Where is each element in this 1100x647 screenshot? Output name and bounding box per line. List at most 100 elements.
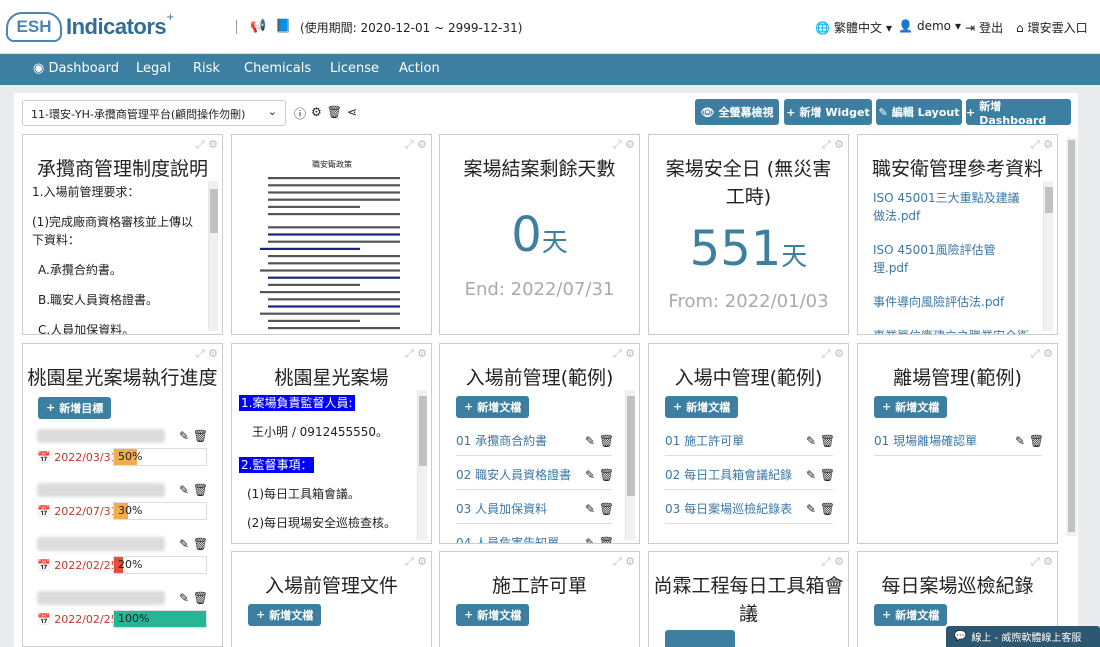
add-document-button[interactable] [665, 630, 735, 647]
panel-controls[interactable]: ⤢ ⚙ [405, 347, 427, 361]
edit-delete-icons[interactable]: ✎ 🗑 [179, 591, 208, 605]
edit-delete-icons[interactable]: ✎ 🗑 [179, 537, 208, 551]
plus-icon: + [256, 608, 266, 621]
panel-controls[interactable]: ⤢ ⚙ [613, 555, 635, 569]
panel-controls[interactable]: ⤢ ⚙ [196, 347, 218, 361]
brand-name: Indicators [66, 14, 167, 39]
panel-controls[interactable]: ⤢ ⚙ [1031, 555, 1053, 569]
end-date: End: 2022/07/31 [464, 279, 615, 300]
document-link[interactable]: 03 人員加保資料 ✎ 🗑 [440, 494, 639, 528]
add-widget-button[interactable]: + 新增 Widget [784, 99, 872, 125]
add-document-button[interactable]: + 新增文檔 [456, 603, 530, 626]
document-link[interactable]: 03 每日案場巡檢紀錄表 ✎ 🗑 [649, 494, 848, 528]
panel-title: 案場安全日 (無災害工時) [665, 158, 832, 208]
panel-controls[interactable]: ⤢ ⚙ [405, 555, 427, 569]
document-link[interactable]: 01 承攬商合約書 ✎ 🗑 [440, 426, 639, 460]
redacted-text [37, 428, 165, 443]
fullscreen-button[interactable]: 👁 全螢幕檢視 [695, 99, 779, 125]
edit-delete-icons[interactable]: ✎ 🗑 [806, 426, 835, 456]
nav-risk[interactable]: Risk [193, 61, 220, 76]
days-left-panel: ⤢ ⚙ 案場結案剩餘天數 0天 End: 2022/07/31 [439, 134, 640, 335]
panel-controls[interactable]: ⤢ ⚙ [405, 138, 427, 152]
nav-dashboard[interactable]: ◉ Dashboard [33, 61, 119, 76]
panel-title: 入場中管理(範例) [674, 367, 823, 389]
panel-controls[interactable]: ⤢ ⚙ [1031, 347, 1053, 361]
document-text-line [268, 255, 400, 258]
scrollbar[interactable] [417, 390, 427, 540]
edit-delete-icons[interactable]: ✎ 🗑 [585, 528, 614, 544]
document-link[interactable]: 01 施工許可單 ✎ 🗑 [649, 426, 848, 460]
start-date: From: 2022/01/03 [668, 291, 829, 312]
panel-controls[interactable]: ⤢ ⚙ [822, 555, 844, 569]
live-chat-button[interactable]: 💬 線上 - 威煦軟體線上客服 [946, 626, 1100, 647]
nav-legal[interactable]: Legal [136, 61, 171, 76]
add-document-button[interactable]: + 新增文檔 [248, 603, 322, 626]
esh-logo[interactable]: ESH Indicators + [6, 10, 175, 44]
book-icon[interactable]: 📘 [275, 19, 291, 34]
add-document-button[interactable]: + 新增文檔 [665, 395, 739, 418]
share-icon[interactable]: ⋖ [347, 105, 357, 122]
panel-controls[interactable]: ⤢ ⚙ [613, 347, 635, 361]
edit-delete-icons[interactable]: ✎ 🗑 [1015, 426, 1044, 456]
plus-icon: + [966, 105, 976, 119]
reference-link[interactable]: ISO 45001三大重點及建議做法.pdf [873, 189, 1030, 225]
edit-delete-icons[interactable]: ✎ 🗑 [179, 483, 208, 497]
nav-action[interactable]: Action [399, 61, 440, 76]
document-list: 01 現場離場確認單 ✎ 🗑 [858, 426, 1057, 460]
reference-link[interactable]: ISO 45001風險評估管理.pdf [873, 241, 1030, 277]
user-dropdown[interactable]: 👤 demo ▾ [898, 19, 961, 33]
document-text-line [268, 184, 400, 187]
edit-delete-icons[interactable]: ✎ 🗑 [585, 494, 614, 524]
logout-link[interactable]: ⇥ 登出 [965, 19, 1003, 36]
panel-controls[interactable]: ⤢ ⚙ [196, 138, 218, 152]
dashboard-select[interactable]: 11-環安-YH-承攬商管理平台(顧問操作勿刪) ⌄ [22, 100, 286, 126]
nav-license[interactable]: License [330, 61, 379, 76]
document-link[interactable]: 02 職安人員資格證書 ✎ 🗑 [440, 460, 639, 494]
panel-controls[interactable]: ⤢ ⚙ [822, 347, 844, 361]
megaphone-icon[interactable]: 📢 [250, 19, 266, 34]
nav-chemicals[interactable]: Chemicals [244, 61, 311, 76]
panel-controls[interactable]: ⤢ ⚙ [822, 138, 844, 152]
add-dashboard-button[interactable]: + 新增 Dashboard [966, 99, 1071, 127]
edit-delete-icons[interactable]: ✎ 🗑 [806, 494, 835, 524]
document-text-line [268, 327, 400, 330]
gear-icon[interactable]: ⚙ [311, 105, 322, 122]
document-link[interactable]: 02 每日工具箱會議紀錄 ✎ 🗑 [649, 460, 848, 494]
add-document-button[interactable]: + 新增文檔 [874, 603, 948, 626]
add-document-button[interactable]: + 新增文檔 [874, 395, 948, 418]
document-text-line [268, 276, 400, 279]
document-text-line [260, 291, 400, 294]
document-heading: 職安衛政策 [312, 159, 352, 169]
edit-delete-icons[interactable]: ✎ 🗑 [585, 426, 614, 456]
panel-controls[interactable]: ⤢ ⚙ [1031, 138, 1053, 152]
info-icon[interactable]: ⓘ [294, 105, 306, 122]
add-document-button[interactable]: + 新增文檔 [456, 395, 530, 418]
edit-layout-button[interactable]: ✎ 編輯 Layout [876, 99, 962, 125]
portal-link[interactable]: ⌂ 環安雲入口 [1016, 19, 1088, 36]
caret-down-icon: ▾ [954, 19, 962, 33]
language-dropdown[interactable]: 🌐 繁體中文 ▾ [815, 19, 892, 36]
panel-controls[interactable]: ⤢ ⚙ [613, 138, 635, 152]
document-list: 01 施工許可單 ✎ 🗑 02 每日工具箱會議紀錄 ✎ 🗑 03 每日案場巡檢紀錄表… [649, 426, 848, 528]
page-scrollbar[interactable] [1066, 138, 1077, 536]
document-text-line [260, 312, 400, 315]
reference-link[interactable]: 事件導向風險評估法.pdf [873, 293, 1030, 311]
document-link[interactable]: 04 人員危害告知單 ✎ 🗑 [440, 528, 639, 544]
scrollbar[interactable] [1043, 181, 1053, 331]
document-text-lines [260, 177, 400, 330]
document-link[interactable]: 01 現場離場確認單 ✎ 🗑 [858, 426, 1057, 460]
edit-delete-icons[interactable]: ✎ 🗑 [806, 460, 835, 490]
add-goal-button[interactable]: + 新增目標 [38, 396, 112, 419]
trash-icon[interactable]: 🗑 [327, 105, 342, 122]
edit-delete-icons[interactable]: ✎ 🗑 [585, 460, 614, 490]
edit-delete-icons[interactable]: ✎ 🗑 [179, 429, 208, 443]
document-text-line [268, 213, 400, 216]
reference-list: ISO 45001三大重點及建議做法.pdf ISO 45001風險評估管理.p… [858, 189, 1030, 334]
reference-link[interactable]: 事業單位應建立之職業安全衛生管理機制.pdf [873, 327, 1030, 334]
home-icon: ⌂ [1016, 20, 1024, 35]
panel-title: 桃園星光案場 [274, 367, 389, 389]
scrollbar[interactable] [208, 181, 218, 331]
scrollbar[interactable] [625, 390, 635, 540]
document-text-line [260, 269, 400, 272]
redacted-text [37, 590, 165, 605]
